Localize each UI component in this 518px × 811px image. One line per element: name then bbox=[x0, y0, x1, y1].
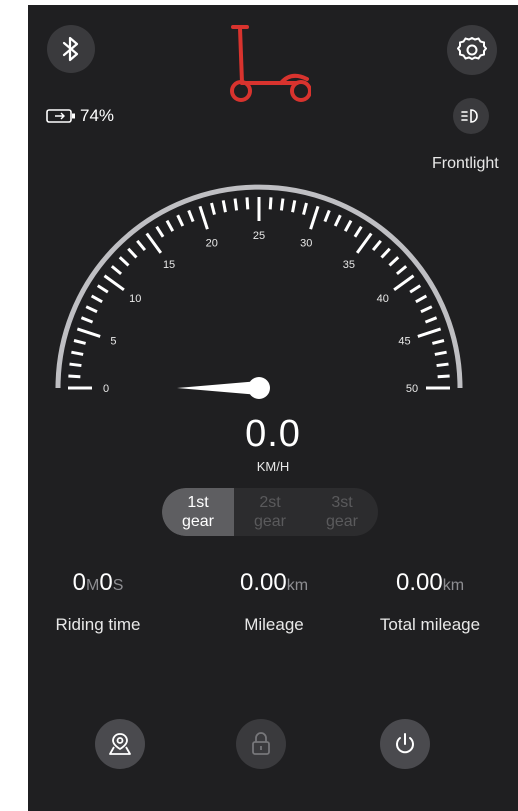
gauge-minor-tick bbox=[127, 247, 138, 259]
gauge-major-tick bbox=[393, 274, 415, 292]
gear-1-sublabel: gear bbox=[181, 513, 215, 530]
riding-seconds: 0 bbox=[99, 569, 113, 596]
gauge-minor-tick bbox=[176, 214, 185, 227]
gauge-needle-hub bbox=[248, 377, 270, 399]
mileage-unit: km bbox=[286, 577, 309, 594]
gauge-minor-tick bbox=[118, 256, 130, 267]
speed-value: 0.0 bbox=[245, 413, 301, 455]
gauge-minor-tick bbox=[432, 339, 445, 345]
gauge-minor-tick bbox=[424, 316, 438, 324]
gauge-minor-tick bbox=[395, 265, 408, 276]
gauge-tick-label: 50 bbox=[406, 383, 418, 395]
gear-2-sublabel: gear bbox=[253, 513, 287, 530]
gauge-minor-tick bbox=[187, 209, 195, 223]
gauge-minor-tick bbox=[437, 374, 450, 379]
riding-time-label: Riding time bbox=[55, 615, 141, 634]
gauge-major-tick bbox=[76, 327, 101, 338]
minutes-unit: M bbox=[86, 577, 100, 594]
gauge-minor-tick bbox=[233, 198, 239, 211]
gauge-needle bbox=[177, 381, 259, 395]
gauge-minor-tick bbox=[71, 350, 84, 356]
speed-unit: KM/H bbox=[256, 459, 290, 474]
gauge-minor-tick bbox=[73, 339, 86, 345]
gauge-minor-tick bbox=[333, 214, 342, 227]
gauge-major-tick bbox=[417, 327, 442, 338]
mileage-stat: 0.00km Mileage bbox=[204, 569, 344, 635]
lock-button[interactable] bbox=[236, 719, 286, 769]
gauge-tick-label: 5 bbox=[110, 336, 116, 348]
speedometer-gauge: 0 5 10 15 20 25 30 35 40 45 50 bbox=[55, 184, 463, 399]
total-mileage-unit: km bbox=[442, 577, 465, 594]
gauge-minor-tick bbox=[415, 294, 428, 304]
power-icon bbox=[396, 733, 414, 754]
gauge-minor-tick bbox=[343, 219, 353, 232]
gauge-minor-tick bbox=[68, 374, 81, 379]
gauge-minor-tick bbox=[69, 362, 82, 368]
total-mileage-value: 0.00 bbox=[395, 569, 443, 596]
location-button[interactable] bbox=[95, 719, 145, 769]
gauge-major-tick bbox=[145, 232, 163, 254]
gear-3-button[interactable]: 3st gear bbox=[306, 488, 378, 536]
gauge-tick-label: 25 bbox=[253, 230, 265, 242]
app-screen: 74% Frontlight 0 5 10 15 20 25 30 35 40 45 50 0.0 … bbox=[28, 5, 518, 811]
gauge-major-tick bbox=[355, 232, 373, 254]
seconds-unit: S bbox=[112, 577, 124, 594]
gauge-minor-tick bbox=[165, 219, 175, 232]
gauge-minor-tick bbox=[85, 305, 98, 314]
gear-3-label: 3st bbox=[331, 494, 353, 511]
gauge-minor-tick bbox=[80, 316, 94, 324]
gauge-minor-tick bbox=[291, 200, 297, 213]
gauge-minor-tick bbox=[96, 284, 109, 294]
riding-minutes: 0 bbox=[72, 569, 86, 596]
gauge-minor-tick bbox=[409, 284, 422, 294]
gear-1-label: 1st bbox=[187, 494, 209, 511]
mileage-value: 0.00 bbox=[239, 569, 287, 596]
gauge-minor-tick bbox=[210, 202, 216, 215]
gauge-minor-tick bbox=[110, 265, 123, 276]
gauge-minor-tick bbox=[380, 247, 391, 259]
gauge-tick-label: 10 bbox=[129, 293, 141, 305]
gauge-minor-tick bbox=[245, 197, 250, 210]
lock-icon bbox=[252, 732, 270, 755]
gear-selector: 1st gear 2st gear 3st gear bbox=[162, 488, 378, 536]
gauge-minor-tick bbox=[353, 225, 363, 238]
riding-time-stat: 0M0S Riding time bbox=[28, 569, 168, 635]
gauge-minor-tick bbox=[388, 256, 400, 267]
gear-1-button[interactable]: 1st gear bbox=[162, 488, 234, 536]
gauge-minor-tick bbox=[136, 239, 147, 252]
total-mileage-label: Total mileage bbox=[379, 615, 481, 634]
gauge-minor-tick bbox=[302, 202, 308, 215]
gauge-major-tick bbox=[309, 205, 320, 230]
gauge-tick-label: 15 bbox=[163, 259, 175, 271]
gauge-minor-tick bbox=[279, 198, 285, 211]
gauge-tick-label: 45 bbox=[398, 336, 410, 348]
gauge-minor-tick bbox=[268, 197, 273, 210]
power-button[interactable] bbox=[380, 719, 430, 769]
total-mileage-stat: 0.00km Total mileage bbox=[360, 569, 500, 635]
gear-3-sublabel: gear bbox=[325, 513, 359, 530]
gauge-tick-label: 30 bbox=[300, 237, 312, 249]
gauge-minor-tick bbox=[420, 305, 433, 314]
gauge-minor-tick bbox=[221, 200, 227, 213]
gauge-tick-label: 0 bbox=[103, 383, 109, 395]
gear-2-button[interactable]: 2st gear bbox=[234, 488, 306, 536]
gauge-minor-tick bbox=[434, 350, 447, 356]
gauge-minor-tick bbox=[155, 225, 165, 238]
location-pin-icon bbox=[109, 733, 131, 755]
mileage-label: Mileage bbox=[244, 615, 304, 634]
gauge-major-tick bbox=[103, 274, 125, 292]
gauge-tick-label: 40 bbox=[377, 293, 389, 305]
gauge-minor-tick bbox=[323, 209, 331, 223]
gauge-major-tick bbox=[198, 205, 209, 230]
gauge-minor-tick bbox=[436, 362, 449, 368]
gauge-tick-label: 20 bbox=[206, 237, 218, 249]
gauge-minor-tick bbox=[90, 294, 103, 304]
gauge-tick-label: 35 bbox=[343, 259, 355, 271]
gauge-minor-tick bbox=[371, 239, 382, 252]
gear-2-label: 2st bbox=[259, 494, 281, 511]
